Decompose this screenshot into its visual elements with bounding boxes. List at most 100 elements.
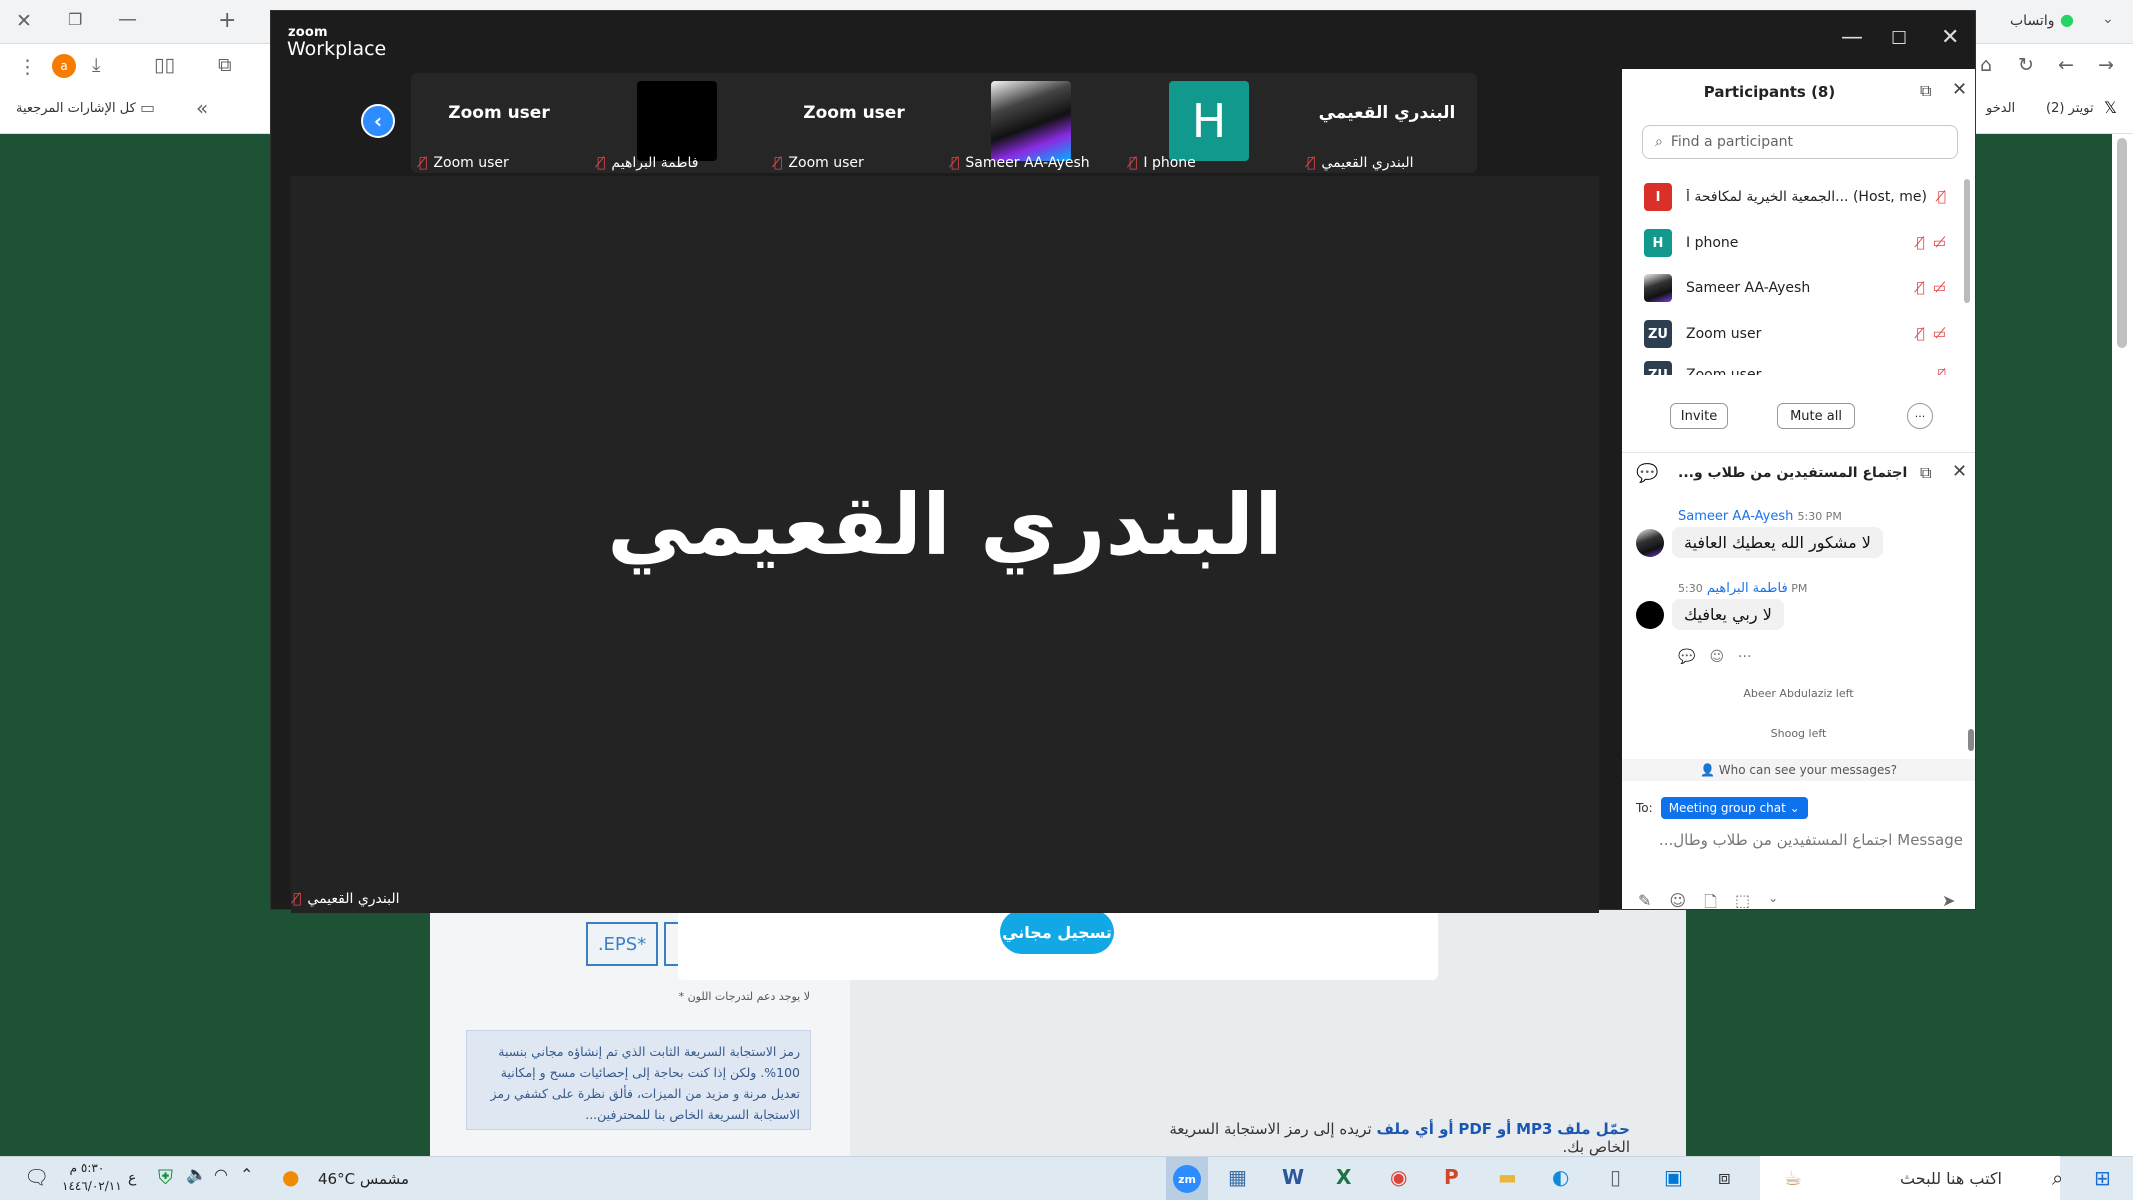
word-icon[interactable]: W xyxy=(1282,1167,1304,1187)
clock-date[interactable]: ١٤٤٦/٠٢/١١ xyxy=(62,1179,122,1193)
chevron-down-icon[interactable]: ⌄ xyxy=(2102,12,2114,26)
reply-icon[interactable]: 💬 xyxy=(1678,649,1695,665)
thumbnail-albandari[interactable]: البندري القعيمي 🎙̸ البندري القعيمي xyxy=(1299,73,1475,177)
tab-whatsapp[interactable]: واتساب xyxy=(2010,14,2054,28)
chat-scrollbar[interactable] xyxy=(1968,729,1974,751)
who-can-see-messages-link[interactable]: 👤 Who can see your messages? xyxy=(1622,759,1975,781)
calculator-icon[interactable]: ▦ xyxy=(1228,1167,1247,1187)
participants-scrollbar[interactable] xyxy=(1964,179,1970,303)
participant-search-input[interactable]: ⌕ Find a participant xyxy=(1642,125,1958,159)
task-view-icon[interactable]: ⧈ xyxy=(1718,1167,1731,1187)
popout-icon[interactable]: ⧉ xyxy=(1920,81,1931,101)
avatar: I xyxy=(1644,183,1672,211)
participant-row-zoom-user[interactable]: ZU Zoom user 🎙̸ ▭̸ xyxy=(1644,316,1954,352)
shield-icon[interactable]: ⛨ xyxy=(158,1167,173,1187)
notifications-icon[interactable]: 🗨 xyxy=(24,1167,49,1187)
minimize-icon[interactable]: — xyxy=(1841,27,1863,49)
all-bookmarks-link[interactable]: كل الإشارات المرجعية xyxy=(16,102,136,115)
chat-message[interactable]: لا ربي يعافيك xyxy=(1672,599,1784,630)
participant-row-iphone[interactable]: H I phone 🎙̸ ▭̸ xyxy=(1644,225,1954,261)
mic-muted-icon[interactable]: 🎙̸ xyxy=(1938,189,1954,205)
popout-icon[interactable]: ⧉ xyxy=(1920,463,1931,483)
video-off-icon[interactable]: ▭̸ xyxy=(1933,235,1954,251)
participant-row-host[interactable]: I الجمعية الخيرية لمكافحة أ... (Host, me… xyxy=(1644,179,1954,215)
menu-icon[interactable]: ⋮ xyxy=(18,58,37,77)
zoom-taskbar-button[interactable]: zm xyxy=(1166,1157,1208,1200)
file-icon[interactable]: 🗋 xyxy=(1704,891,1717,918)
message-input[interactable]: Message اجتماع المستفيدين من طلاب وطال..… xyxy=(1638,831,1963,849)
clock-time[interactable]: ٥:٣٠ م xyxy=(62,1161,112,1175)
close-icon[interactable]: ✕ xyxy=(1952,79,1967,100)
profile-avatar[interactable]: a xyxy=(52,54,76,78)
more-options-button[interactable]: ··· xyxy=(1907,403,1933,429)
back-arrow-icon[interactable]: ← xyxy=(2058,56,2074,75)
chevron-down-icon[interactable]: ⌄ xyxy=(1768,891,1778,918)
thumbnail-zoom-user-2[interactable]: Zoom user 🎙̸ Zoom user xyxy=(766,73,942,177)
emoji-reaction-icon[interactable]: ☺ xyxy=(1709,649,1724,665)
participant-row-sameer[interactable]: Sameer AA-Ayesh 🎙̸ ▭̸ xyxy=(1644,270,1954,306)
wifi-icon[interactable]: ◠ xyxy=(214,1167,228,1183)
page-scrollbar-thumb[interactable] xyxy=(2117,138,2127,348)
reload-icon[interactable]: ↻ xyxy=(2018,56,2034,75)
restore-icon[interactable]: ❐ xyxy=(68,12,82,28)
language-indicator[interactable]: ع xyxy=(128,1170,136,1186)
video-off-icon[interactable]: ▭̸ xyxy=(1933,280,1954,296)
mic-muted-icon[interactable]: 🎙̸ xyxy=(1916,326,1932,342)
mute-all-button[interactable]: Mute all xyxy=(1777,403,1855,429)
new-tab-icon[interactable]: + xyxy=(218,10,236,32)
close-icon[interactable]: ✕ xyxy=(1941,27,1959,49)
active-speaker-video[interactable]: البندري القعيمي xyxy=(291,176,1599,913)
more-icon[interactable]: ··· xyxy=(1886,463,1901,482)
volume-icon[interactable]: 🔈 xyxy=(186,1167,207,1184)
weather-text[interactable]: 46°C مشمس xyxy=(318,1170,409,1188)
more-icon[interactable]: ··· xyxy=(1738,649,1751,665)
thumbnail-iphone[interactable]: H 🎙̸ I phone xyxy=(1121,73,1297,177)
bookmark-login[interactable]: الدخو xyxy=(1986,102,2015,115)
invite-button[interactable]: Invite xyxy=(1670,403,1728,429)
screenshot-icon[interactable]: ⬚ xyxy=(1735,891,1750,918)
emoji-icon[interactable]: ☺ xyxy=(1669,891,1686,918)
mic-muted-icon[interactable]: 🎙̸ xyxy=(1938,367,1954,375)
document-icon[interactable]: ▯ xyxy=(1610,1167,1621,1187)
upload-link[interactable]: حمّل ملف xyxy=(1557,1120,1630,1138)
taskbar-search-box[interactable]: اكتب هنا للبحث ☕ ⌕ xyxy=(1760,1156,2063,1200)
file-explorer-icon[interactable]: ▬ xyxy=(1498,1167,1517,1187)
message-sender[interactable]: فاطمة البراهيم 5:30 PM xyxy=(1678,581,1807,596)
close-icon[interactable]: ✕ xyxy=(16,12,32,31)
video-off-icon[interactable]: ▭̸ xyxy=(1933,326,1954,342)
sender-name[interactable]: فاطمة البراهيم xyxy=(1707,581,1788,596)
maximize-icon[interactable]: ☐ xyxy=(1891,30,1907,48)
store-icon[interactable]: ▣ xyxy=(1664,1167,1683,1187)
excel-icon[interactable]: X xyxy=(1336,1167,1351,1187)
windows-start-icon[interactable]: ⊞ xyxy=(2094,1166,2111,1190)
bookmarks-overflow-chevrons[interactable]: « xyxy=(196,98,208,118)
participant-row-zoom-user-2[interactable]: ZU Zoom user 🎙̸ xyxy=(1644,361,1954,375)
mic-muted-icon[interactable]: 🎙̸ xyxy=(1916,235,1932,251)
free-signup-button[interactable]: تسجيل مجاني xyxy=(1000,910,1114,954)
mic-muted-icon[interactable]: 🎙̸ xyxy=(1916,280,1932,296)
chat-message[interactable]: لا مشكور الله يعطيك العافية xyxy=(1672,527,1883,558)
sender-name[interactable]: Sameer AA-Ayesh xyxy=(1678,509,1793,524)
bookmark-twitter[interactable]: (2) تويتر xyxy=(2046,102,2094,115)
thumbnail-sameer[interactable]: 🎙̸ Sameer AA-Ayesh xyxy=(943,73,1119,177)
edge-icon[interactable]: ◐ xyxy=(1552,1167,1569,1187)
eps-format-button[interactable]: .EPS* xyxy=(586,922,658,966)
send-icon[interactable]: ➤ xyxy=(1942,891,1955,910)
message-sender[interactable]: Sameer AA-Ayesh 5:30 PM xyxy=(1678,509,1842,524)
host-badge: (Host, me) xyxy=(1852,189,1927,205)
minimize-icon[interactable]: — xyxy=(118,10,137,29)
thumbnail-fatima[interactable]: 🎙̸ فاطمة البراهيم xyxy=(589,73,765,177)
close-icon[interactable]: ✕ xyxy=(1952,461,1967,482)
reading-mode-icon[interactable]: ▯▯ xyxy=(154,56,175,75)
format-icon[interactable]: ✎ xyxy=(1638,891,1651,918)
recipient-dropdown[interactable]: Meeting group chat ⌄ xyxy=(1660,797,1808,819)
powerpoint-icon[interactable]: P xyxy=(1444,1167,1459,1187)
chrome-icon[interactable]: ◉ xyxy=(1390,1167,1407,1187)
forward-arrow-icon[interactable]: → xyxy=(2098,56,2114,75)
thumbnail-zoom-user-1[interactable]: Zoom user 🎙̸ Zoom user xyxy=(411,73,587,177)
download-icon[interactable]: ⤓ xyxy=(92,56,100,75)
extensions-icon[interactable]: ⧉ xyxy=(218,56,232,75)
home-icon[interactable]: ⌂ xyxy=(1980,56,1992,75)
chevron-up-icon[interactable]: ⌃ xyxy=(240,1167,253,1183)
back-page-button[interactable]: ‹ xyxy=(361,104,395,138)
